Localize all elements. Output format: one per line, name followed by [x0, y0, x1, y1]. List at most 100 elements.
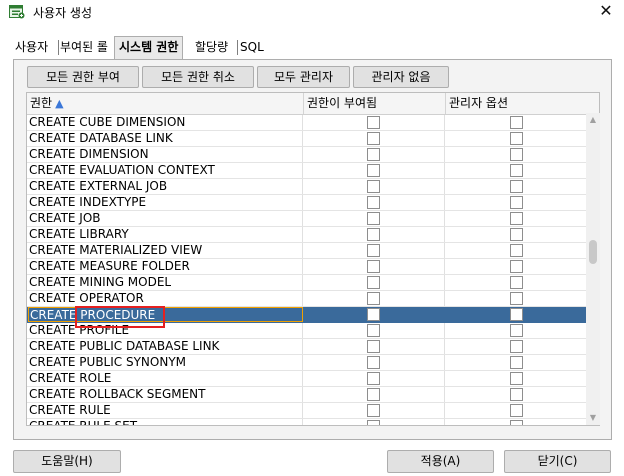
granted-cell [303, 227, 445, 242]
no-admin-button[interactable]: 관리자 없음 [353, 66, 449, 88]
privilege-name: CREATE RULE [28, 403, 303, 418]
tab-user[interactable]: 사용자 [15, 37, 48, 59]
table-body: CREATE CUBE DIMENSION CREATE DATABASE LIN… [27, 115, 587, 425]
scroll-down-icon[interactable]: ▼ [586, 412, 600, 424]
admin-option-checkbox[interactable] [510, 292, 523, 305]
column-header-admin-option[interactable]: 관리자 옵션 [446, 93, 599, 114]
admin-option-checkbox[interactable] [510, 324, 523, 337]
granted-checkbox[interactable] [367, 420, 380, 425]
privilege-name: CREATE ROLE [28, 371, 303, 386]
table-row[interactable]: CREATE EVALUATION CONTEXT [27, 163, 587, 179]
close-button[interactable]: 닫기(C) [504, 450, 611, 473]
table-row[interactable]: CREATE EXTERNAL JOB [27, 179, 587, 195]
granted-checkbox[interactable] [367, 276, 380, 289]
table-row[interactable]: CREATE PROFILE [27, 323, 587, 339]
admin-option-checkbox[interactable] [510, 244, 523, 257]
granted-cell [303, 115, 445, 130]
admin-option-checkbox[interactable] [510, 404, 523, 417]
privilege-name: CREATE INDEXTYPE [28, 195, 303, 210]
admin-option-checkbox[interactable] [510, 276, 523, 289]
table-row[interactable]: CREATE RULE SET [27, 419, 587, 425]
table-row[interactable]: CREATE CUBE DIMENSION [27, 115, 587, 131]
help-button[interactable]: 도움말(H) [13, 450, 121, 473]
table-row[interactable]: CREATE MINING MODEL [27, 275, 587, 291]
granted-checkbox[interactable] [367, 292, 380, 305]
admin-option-checkbox[interactable] [510, 132, 523, 145]
admin-option-checkbox[interactable] [510, 356, 523, 369]
admin-option-cell [445, 227, 587, 242]
admin-option-checkbox[interactable] [510, 420, 523, 425]
admin-option-checkbox[interactable] [510, 212, 523, 225]
all-admin-button[interactable]: 모두 관리자 [257, 66, 350, 88]
admin-option-cell [445, 307, 587, 322]
admin-option-checkbox[interactable] [510, 180, 523, 193]
admin-option-cell [445, 243, 587, 258]
scroll-up-icon[interactable]: ▲ [586, 114, 600, 126]
granted-checkbox[interactable] [367, 180, 380, 193]
granted-checkbox[interactable] [367, 340, 380, 353]
table-row[interactable]: CREATE OPERATOR [27, 291, 587, 307]
granted-checkbox[interactable] [367, 116, 380, 129]
granted-checkbox[interactable] [367, 372, 380, 385]
admin-option-checkbox[interactable] [510, 228, 523, 241]
table-row[interactable]: CREATE MATERIALIZED VIEW [27, 243, 587, 259]
table-row[interactable]: CREATE PROCEDURE [27, 307, 587, 323]
admin-option-checkbox[interactable] [510, 340, 523, 353]
granted-cell [303, 259, 445, 274]
tab-system-privileges[interactable]: 시스템 권한 [114, 36, 184, 59]
vertical-scrollbar[interactable]: ▲ ▼ [586, 113, 600, 425]
table-row[interactable]: CREATE DATABASE LINK [27, 131, 587, 147]
apply-button[interactable]: 적용(A) [387, 450, 494, 473]
revoke-all-button[interactable]: 모든 권한 취소 [142, 66, 254, 88]
table-row[interactable]: CREATE DIMENSION [27, 147, 587, 163]
grant-all-button[interactable]: 모든 권한 부여 [27, 66, 139, 88]
granted-cell [303, 195, 445, 210]
granted-checkbox[interactable] [367, 164, 380, 177]
privilege-name: CREATE MEASURE FOLDER [28, 259, 303, 274]
granted-checkbox[interactable] [367, 228, 380, 241]
admin-option-cell [445, 323, 587, 338]
tab-granted-roles[interactable]: 부여된 롤 [60, 37, 108, 59]
table-row[interactable]: CREATE PUBLIC SYNONYM [27, 355, 587, 371]
tab-separator [237, 40, 238, 55]
admin-option-cell [445, 355, 587, 370]
admin-option-checkbox[interactable] [510, 308, 523, 321]
granted-cell [303, 179, 445, 194]
granted-checkbox[interactable] [367, 148, 380, 161]
admin-option-checkbox[interactable] [510, 116, 523, 129]
column-header-granted[interactable]: 권한이 부여됨 [304, 93, 446, 114]
admin-option-cell [445, 131, 587, 146]
table-row[interactable]: CREATE ROLE [27, 371, 587, 387]
table-row[interactable]: CREATE MEASURE FOLDER [27, 259, 587, 275]
admin-option-checkbox[interactable] [510, 388, 523, 401]
admin-option-checkbox[interactable] [510, 196, 523, 209]
privilege-name: CREATE PUBLIC DATABASE LINK [28, 339, 303, 354]
table-row[interactable]: CREATE ROLLBACK SEGMENT [27, 387, 587, 403]
tab-quotas[interactable]: 할당량 [195, 37, 228, 59]
admin-option-checkbox[interactable] [510, 260, 523, 273]
granted-checkbox[interactable] [367, 308, 380, 321]
granted-checkbox[interactable] [367, 260, 380, 273]
table-row[interactable]: CREATE JOB [27, 211, 587, 227]
table-row[interactable]: CREATE LIBRARY [27, 227, 587, 243]
granted-checkbox[interactable] [367, 388, 380, 401]
admin-option-checkbox[interactable] [510, 372, 523, 385]
admin-option-checkbox[interactable] [510, 164, 523, 177]
scroll-thumb[interactable] [589, 240, 597, 264]
granted-checkbox[interactable] [367, 212, 380, 225]
granted-checkbox[interactable] [367, 244, 380, 257]
granted-checkbox[interactable] [367, 196, 380, 209]
privilege-name: CREATE DIMENSION [28, 147, 303, 162]
granted-checkbox[interactable] [367, 404, 380, 417]
close-icon[interactable]: ✕ [588, 0, 624, 24]
granted-checkbox[interactable] [367, 324, 380, 337]
admin-option-cell [445, 371, 587, 386]
granted-checkbox[interactable] [367, 132, 380, 145]
table-row[interactable]: CREATE RULE [27, 403, 587, 419]
column-header-privilege[interactable]: 권한 ▲ [27, 93, 304, 114]
granted-checkbox[interactable] [367, 356, 380, 369]
table-row[interactable]: CREATE INDEXTYPE [27, 195, 587, 211]
table-row[interactable]: CREATE PUBLIC DATABASE LINK [27, 339, 587, 355]
tab-sql[interactable]: SQL [240, 37, 264, 59]
admin-option-checkbox[interactable] [510, 148, 523, 161]
